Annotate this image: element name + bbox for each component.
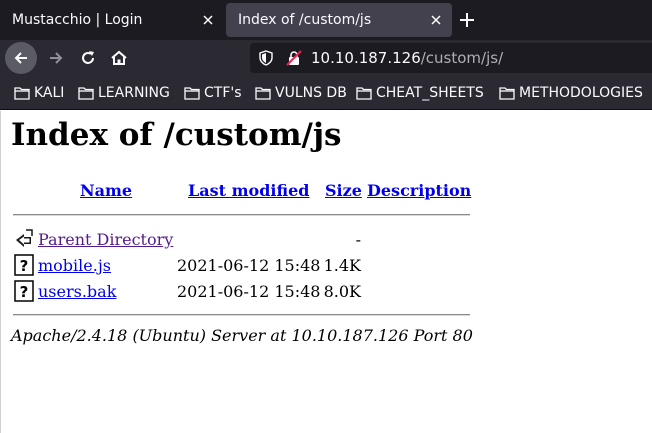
folder-icon — [184, 87, 200, 100]
back-button[interactable] — [5, 42, 37, 74]
url-path: /custom/js/ — [420, 49, 504, 67]
tab-title: Mustacchio | Login — [12, 12, 143, 28]
tab-mustacchio-login[interactable]: Mustacchio | Login — [0, 3, 224, 37]
header-divider — [13, 214, 470, 216]
folder-icon — [499, 87, 515, 100]
tab-title: Index of /custom/js — [238, 12, 372, 28]
bookmark-label: CHEAT_SHEETS — [376, 85, 484, 101]
column-header-name[interactable]: Name — [80, 181, 132, 200]
svg-text:?: ? — [20, 257, 29, 275]
bookmark-folder-vulns-db[interactable]: VULNS DB — [255, 84, 347, 102]
page-content: Index of /custom/js Name Last modified S… — [0, 111, 652, 433]
tab-bar: Mustacchio | Login Index of /custom/js — [0, 0, 652, 40]
page-title: Index of /custom/js — [11, 117, 342, 153]
column-header-size[interactable]: Size — [325, 181, 362, 200]
bookmark-folder-methodologies[interactable]: METHODOLOGIES — [499, 84, 643, 102]
row-size: - — [355, 230, 361, 249]
server-signature: Apache/2.4.18 (Ubuntu) Server at 10.10.1… — [11, 326, 473, 345]
close-icon[interactable] — [200, 12, 216, 28]
row-last-modified: 2021-06-12 15:48 — [177, 282, 321, 301]
close-icon[interactable] — [428, 12, 444, 28]
reload-icon — [82, 51, 94, 64]
bookmark-folder-kali[interactable]: KALI — [14, 84, 64, 102]
url-host: 10.10.187.126 — [311, 49, 421, 67]
file-link[interactable]: mobile.js — [38, 256, 111, 275]
unknown-file-icon: ? — [14, 254, 34, 276]
row-last-modified: 2021-06-12 15:48 — [177, 256, 321, 275]
forward-button[interactable] — [40, 42, 72, 74]
unknown-file-icon: ? — [14, 280, 34, 302]
bookmark-label: CTF's — [204, 85, 242, 101]
row-size: 1.4K — [323, 256, 361, 275]
bookmark-label: METHODOLOGIES — [519, 85, 643, 101]
folder-icon — [78, 87, 94, 100]
folder-icon — [255, 87, 271, 100]
insecure-lock-icon[interactable] — [286, 50, 302, 66]
address-bar[interactable]: 10.10.187.126/custom/js/ — [250, 43, 652, 73]
url-text[interactable]: 10.10.187.126/custom/js/ — [311, 49, 503, 67]
tab-index-custom-js[interactable]: Index of /custom/js — [226, 3, 452, 37]
footer-divider — [13, 314, 470, 316]
folder-icon — [356, 87, 372, 100]
bookmark-folder-ctfs[interactable]: CTF's — [184, 84, 242, 102]
navigation-toolbar: 10.10.187.126/custom/js/ — [0, 40, 652, 76]
column-header-last-modified[interactable]: Last modified — [188, 181, 309, 200]
bookmark-label: VULNS DB — [275, 85, 347, 101]
reload-button[interactable] — [72, 42, 104, 74]
bookmarks-toolbar: KALI LEARNING CTF's VULNS DB CHEAT_SHEET… — [0, 76, 652, 110]
new-tab-plus-icon[interactable] — [457, 10, 477, 30]
arrow-right-icon — [50, 52, 63, 64]
shield-icon[interactable] — [258, 50, 274, 66]
back-folder-icon — [16, 229, 33, 247]
arrow-left-icon — [14, 52, 27, 64]
home-icon — [111, 50, 127, 65]
svg-text:?: ? — [20, 283, 29, 301]
column-header-description[interactable]: Description — [367, 181, 471, 200]
bookmark-label: KALI — [34, 85, 65, 101]
folder-icon — [14, 87, 30, 100]
file-link[interactable]: users.bak — [38, 282, 116, 301]
bookmark-label: LEARNING — [98, 85, 170, 101]
parent-directory-link[interactable]: Parent Directory — [38, 230, 173, 249]
row-size: 8.0K — [323, 282, 361, 301]
bookmark-folder-cheat-sheets[interactable]: CHEAT_SHEETS — [356, 84, 484, 102]
home-button[interactable] — [103, 42, 135, 74]
bookmark-folder-learning[interactable]: LEARNING — [78, 84, 170, 102]
